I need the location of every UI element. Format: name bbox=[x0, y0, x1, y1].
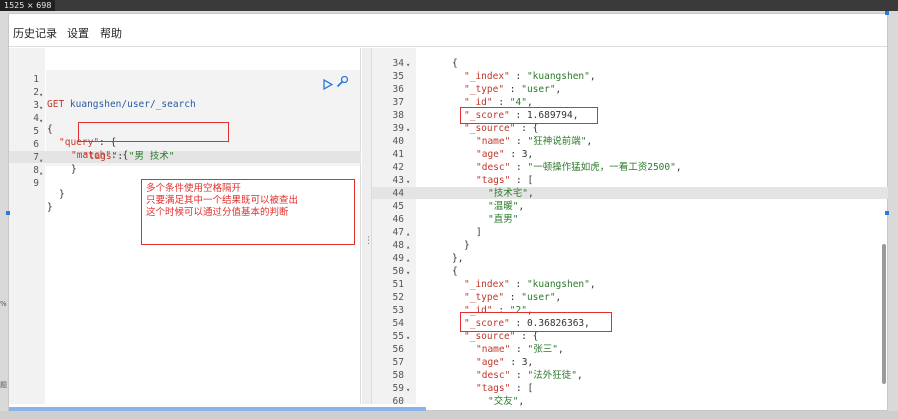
bottom-strip bbox=[0, 411, 898, 419]
top-strip: 1525 × 698 bbox=[0, 0, 898, 11]
window-resize-handle-top-right[interactable] bbox=[885, 11, 889, 15]
active-line bbox=[9, 151, 361, 163]
menu-help[interactable]: 帮助 bbox=[100, 25, 122, 41]
request-line-7: 7 } bbox=[33, 152, 77, 175]
window-resize-handle-right[interactable] bbox=[885, 211, 889, 215]
play-icon[interactable] bbox=[323, 75, 334, 94]
request-line-2: 2 GET kuangshen/user/_search bbox=[33, 87, 196, 110]
window-resize-handle-left[interactable] bbox=[6, 211, 10, 215]
request-line-5: 5 ▾ "match": { bbox=[33, 117, 129, 161]
response-active-line bbox=[372, 187, 888, 199]
request-path: kuangshen/user/_search bbox=[69, 99, 196, 110]
wrench-icon[interactable] bbox=[336, 73, 349, 92]
tags-key: "tags" bbox=[83, 151, 118, 162]
request-line-3: 3 ▾ { bbox=[33, 91, 53, 135]
request-line-1: 1 bbox=[33, 74, 39, 85]
annotation-note: 多个条件使用空格隔开 只要满足其中一个结果既可以被查出 这个时候可以通过分值基本… bbox=[141, 179, 355, 245]
request-editor[interactable]: 1 2 GET kuangshen/user/_search 3 ▾ { 4 ▾… bbox=[9, 48, 361, 404]
tags-value: "男 技术" bbox=[128, 151, 175, 162]
side-fragment-2: % bbox=[0, 300, 7, 308]
note-line-1: 多个条件使用空格隔开 bbox=[146, 183, 242, 194]
request-line-9: 9 ▴ } bbox=[33, 169, 53, 213]
hit2-score-highlight-box bbox=[460, 312, 612, 332]
request-line-6: 6 "tags": "男 技术" bbox=[33, 139, 175, 162]
response-viewer[interactable]: 34 ▾{ 35 "_index" : "kuangshen", 36 "_type"… bbox=[371, 48, 888, 407]
tags-highlight-box bbox=[78, 122, 229, 142]
menu-bar: 历史记录 设置 帮助 bbox=[9, 14, 887, 47]
request-line-8: 8 ▴ } bbox=[33, 156, 65, 200]
menu-history[interactable]: 历史记录 bbox=[13, 25, 57, 41]
size-badge: 1525 × 698 bbox=[0, 0, 56, 11]
note-line-2: 只要满足其中一个结果既可以被查出 bbox=[146, 195, 299, 206]
request-method: GET bbox=[47, 99, 65, 110]
menu-settings[interactable]: 设置 bbox=[67, 25, 89, 41]
request-line-4: 4 ▾ "query": { bbox=[33, 104, 117, 148]
hit1-score-highlight-box bbox=[460, 107, 598, 124]
note-line-3: 这个时候可以通过分值基本的判断 bbox=[146, 207, 289, 218]
kibana-console-window: 历史记录 设置 帮助 1 2 GET kuangshen/user/_searc… bbox=[6, 11, 889, 411]
response-scrollbar[interactable] bbox=[882, 244, 886, 384]
pane-splitter[interactable] bbox=[362, 48, 371, 404]
side-fragment: 题 bbox=[0, 381, 7, 389]
